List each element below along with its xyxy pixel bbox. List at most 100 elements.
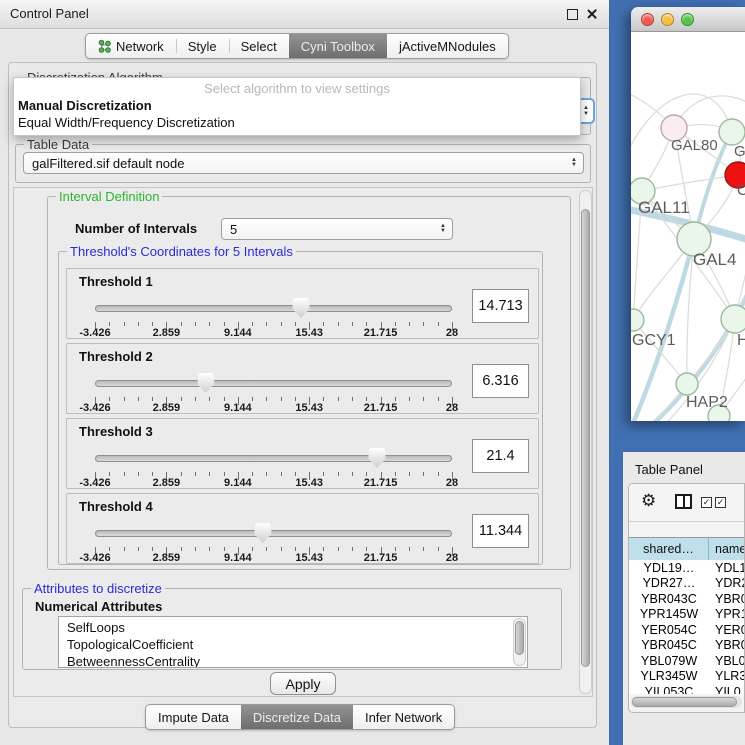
threshold-value-input[interactable]: 6.316 [472, 364, 529, 398]
tick-mark [152, 547, 153, 551]
dropdown-placeholder: Select algorithm to view settings [14, 78, 580, 97]
table-cell: YER054C [629, 623, 709, 637]
tick-label: -3.426 [79, 477, 110, 489]
tick-mark [395, 547, 396, 551]
threshold-slider[interactable] [95, 296, 452, 320]
table-row[interactable]: YER054CYER0 [629, 622, 745, 638]
attribute-item[interactable]: TopologicalCoefficient [59, 636, 527, 653]
algorithm-option-equal-width-frequency-discretization[interactable]: Equal Width/Frequency Discretization [14, 114, 580, 131]
table-row[interactable]: YBR043CYBR0 [629, 591, 745, 607]
tick-mark [366, 322, 367, 326]
tick-mark [252, 322, 253, 326]
table-row[interactable]: YLR345WYLR3 [629, 669, 745, 685]
float-panel-icon[interactable] [567, 9, 578, 20]
stepper-arrows-icon: ▲▼ [440, 224, 446, 234]
attribute-item[interactable]: BetweennessCentrality [59, 653, 527, 668]
close-panel-icon[interactable] [586, 8, 598, 20]
threshold-slider[interactable] [95, 371, 452, 395]
attribute-item[interactable]: SelfLoops [59, 619, 527, 636]
threshold-slider[interactable] [95, 521, 452, 545]
tick-mark [152, 472, 153, 476]
tick-label: 2.859 [153, 552, 181, 564]
network-node-gcy1[interactable] [631, 309, 644, 331]
tab-label: Style [188, 39, 217, 54]
slider-thumb[interactable] [197, 373, 214, 393]
table-row[interactable]: YBR045CYBR0 [629, 638, 745, 654]
table-row[interactable]: YIL053CYIL0 [629, 684, 745, 694]
tick-mark [423, 397, 424, 401]
scrollbar-thumb[interactable] [515, 621, 524, 655]
panel-scrollbar[interactable] [579, 190, 592, 694]
group-title: Table Data [24, 137, 92, 152]
network-graph: GAL80GACGAL11GAL4GCY1HHAP2 [631, 32, 745, 421]
tick-label: 15.43 [295, 402, 323, 414]
tab-infer-network[interactable]: Infer Network [353, 705, 454, 729]
tab-jactivemnodules[interactable]: jActiveMNodules [387, 34, 508, 58]
network-node-node[interactable] [719, 119, 745, 145]
tick-mark [352, 397, 353, 401]
table-cell: YIL053C [629, 685, 709, 694]
table-row[interactable]: YBL079WYBL0 [629, 653, 745, 669]
tab-style[interactable]: Style [176, 34, 229, 58]
network-node-hap2[interactable] [676, 373, 698, 395]
slider-thumb[interactable] [293, 298, 310, 318]
screen: Control Panel NetworkStyleSelectCyni Too… [0, 0, 745, 745]
network-edge[interactable] [631, 416, 719, 421]
column-header-shared[interactable]: shared… [629, 538, 709, 560]
tick-mark [209, 547, 210, 551]
table-row[interactable]: YDL19…YDL1 [629, 560, 745, 576]
horizontal-scrollbar[interactable] [631, 696, 742, 708]
network-edge[interactable] [642, 175, 738, 191]
tick-label: 21.715 [364, 402, 398, 414]
apply-button[interactable]: Apply [270, 672, 336, 695]
table-cell: YLR3 [709, 669, 745, 683]
columns-icon[interactable] [675, 494, 692, 509]
tick-mark [252, 397, 253, 401]
tick-mark [295, 397, 296, 401]
tab-select[interactable]: Select [229, 34, 289, 58]
network-node-node[interactable] [721, 305, 745, 333]
zoom-window-icon[interactable] [681, 13, 694, 26]
threshold-label: Threshold 4 [79, 499, 153, 514]
numerical-attributes-list[interactable]: SelfLoopsTopologicalCoefficientBetweenne… [58, 616, 528, 668]
threshold-slider[interactable] [95, 446, 452, 470]
tick-mark [438, 472, 439, 476]
table-data-selected-value: galFiltered.sif default node [32, 156, 184, 171]
group-title: Interval Definition [56, 189, 162, 204]
checkbox-checked-icon[interactable]: ✓ [701, 497, 712, 508]
network-edge-thick[interactable] [631, 416, 719, 421]
slider-thumb[interactable] [369, 448, 386, 468]
table-data-select[interactable]: galFiltered.sif default node ▲▼ [23, 152, 584, 174]
tab-label: Cyni Toolbox [301, 39, 375, 54]
tab-impute-data[interactable]: Impute Data [146, 705, 241, 729]
table-panel: Table Panel ⚙ ✓ ✓ shared…name YDL19…YDL1… [623, 452, 745, 745]
checkbox-checked-icon[interactable]: ✓ [715, 497, 726, 508]
minimize-window-icon[interactable] [661, 13, 674, 26]
threshold-value-input[interactable]: 14.713 [472, 289, 529, 323]
threshold-value-input[interactable]: 11.344 [472, 514, 529, 548]
table-cell: YLR345W [629, 669, 709, 683]
tab-cyni-toolbox[interactable]: Cyni Toolbox [289, 34, 387, 58]
threshold-panel: Threshold 3-3.4262.8599.14415.4321.71528… [66, 418, 539, 489]
threshold-value-input[interactable]: 21.4 [472, 439, 529, 473]
scrollbar-thumb[interactable] [581, 209, 590, 667]
tab-network[interactable]: Network [86, 34, 176, 58]
network-edge[interactable] [633, 320, 687, 384]
table-row[interactable]: YDR27…YDR2 [629, 576, 745, 592]
tick-mark [395, 397, 396, 401]
tick-mark [181, 397, 182, 401]
network-icon [98, 39, 111, 53]
network-window-titlebar[interactable] [631, 7, 745, 32]
algorithm-option-manual-discretization[interactable]: Manual Discretization [14, 97, 580, 114]
tab-discretize-data[interactable]: Discretize Data [241, 705, 353, 729]
slider-thumb[interactable] [254, 523, 271, 543]
close-window-icon[interactable] [641, 13, 654, 26]
scrollbar-thumb[interactable] [632, 697, 737, 707]
number-of-intervals-select[interactable]: 5 ▲▼ [221, 218, 453, 240]
table-row[interactable]: YPR145WYPR1 [629, 607, 745, 623]
network-canvas[interactable]: GAL80GACGAL11GAL4GCY1HHAP2 [631, 32, 745, 421]
list-scrollbar[interactable] [513, 618, 526, 666]
column-header-name[interactable]: name [709, 538, 745, 560]
gear-icon[interactable]: ⚙ [641, 491, 656, 511]
tick-mark [281, 472, 282, 476]
